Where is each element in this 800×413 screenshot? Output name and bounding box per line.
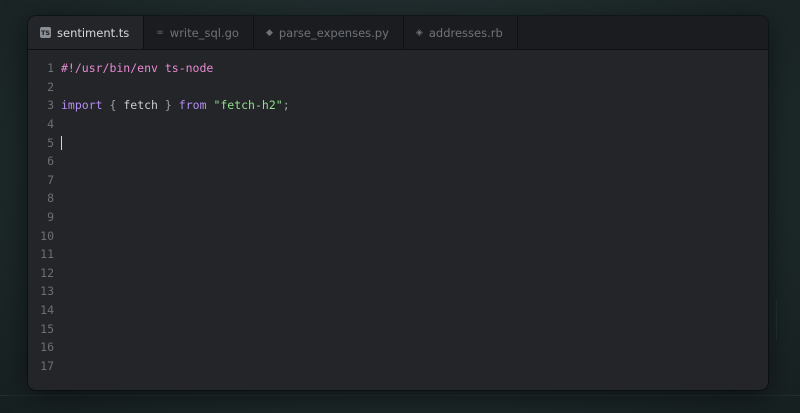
- code-line: 7: [28, 171, 61, 190]
- tab-label: addresses.rb: [428, 25, 503, 40]
- string-literal: "fetch-h2": [213, 98, 283, 113]
- line-number: 7: [47, 172, 54, 187]
- line-number: 6: [47, 154, 54, 169]
- tab-sentiment-ts[interactable]: TS sentiment.ts: [28, 16, 145, 49]
- semicolon: ;: [282, 98, 290, 113]
- keyword-import: import: [61, 98, 103, 113]
- background-line: [776, 300, 777, 340]
- code-line: 13: [28, 282, 61, 301]
- line-number: 4: [47, 117, 54, 132]
- line-number: 13: [40, 284, 54, 299]
- line-number: 10: [40, 228, 54, 243]
- code-line: 4: [28, 115, 61, 134]
- tab-addresses-rb[interactable]: ◈ addresses.rb: [404, 16, 518, 49]
- code-line: 8: [28, 189, 61, 208]
- code-line: 14: [28, 301, 61, 320]
- code-line: 3 import { fetch } from "fetch-h2";: [28, 96, 290, 115]
- code-line: 12: [28, 264, 61, 283]
- python-icon: ◆: [265, 27, 273, 38]
- tab-parse-expenses-py[interactable]: ◆ parse_expenses.py: [254, 16, 404, 49]
- line-number: 11: [40, 247, 54, 262]
- line-number: 3: [47, 98, 54, 113]
- background-line: [0, 395, 800, 396]
- code-line: 1 #!/usr/bin/env ts-node: [28, 59, 213, 78]
- typescript-icon: TS: [40, 27, 51, 38]
- tab-bar: TS sentiment.ts ∞ write_sql.go ◆ parse_e…: [28, 16, 768, 50]
- code-line: 16: [28, 338, 61, 357]
- code-line: 11: [28, 245, 61, 264]
- code-editor[interactable]: 1 #!/usr/bin/env ts-node 2 3 import { fe…: [28, 50, 768, 390]
- line-number: 8: [47, 191, 54, 206]
- line-number: 5: [47, 135, 54, 150]
- code-line: 2: [28, 78, 61, 97]
- go-icon: ∞: [156, 27, 164, 38]
- line-number: 9: [47, 210, 54, 225]
- code-line: 17: [28, 357, 61, 376]
- code-line: 10: [28, 226, 61, 245]
- line-number: 14: [40, 303, 54, 318]
- code-line: 6: [28, 152, 61, 171]
- tab-label: sentiment.ts: [57, 25, 130, 40]
- line-number: 15: [40, 321, 54, 336]
- tab-write-sql-go[interactable]: ∞ write_sql.go: [144, 16, 254, 49]
- code-line: 5: [28, 133, 62, 152]
- brace-close: }: [164, 98, 172, 113]
- brace-open: {: [109, 98, 117, 113]
- keyword-from: from: [178, 98, 207, 113]
- code-line: 15: [28, 319, 61, 338]
- ruby-icon: ◈: [415, 27, 423, 38]
- line-number: 2: [47, 79, 54, 94]
- text-cursor: [61, 135, 62, 150]
- tab-label: write_sql.go: [169, 25, 239, 40]
- line-number: 17: [40, 358, 54, 373]
- line-number: 12: [40, 265, 54, 280]
- tab-label: parse_expenses.py: [278, 25, 389, 40]
- shebang-text: #!/usr/bin/env ts-node: [61, 61, 214, 76]
- code-line: 9: [28, 208, 61, 227]
- line-number: 1: [47, 61, 54, 76]
- line-number: 16: [40, 340, 54, 355]
- identifier-fetch: fetch: [123, 98, 158, 113]
- editor-window: TS sentiment.ts ∞ write_sql.go ◆ parse_e…: [28, 16, 768, 390]
